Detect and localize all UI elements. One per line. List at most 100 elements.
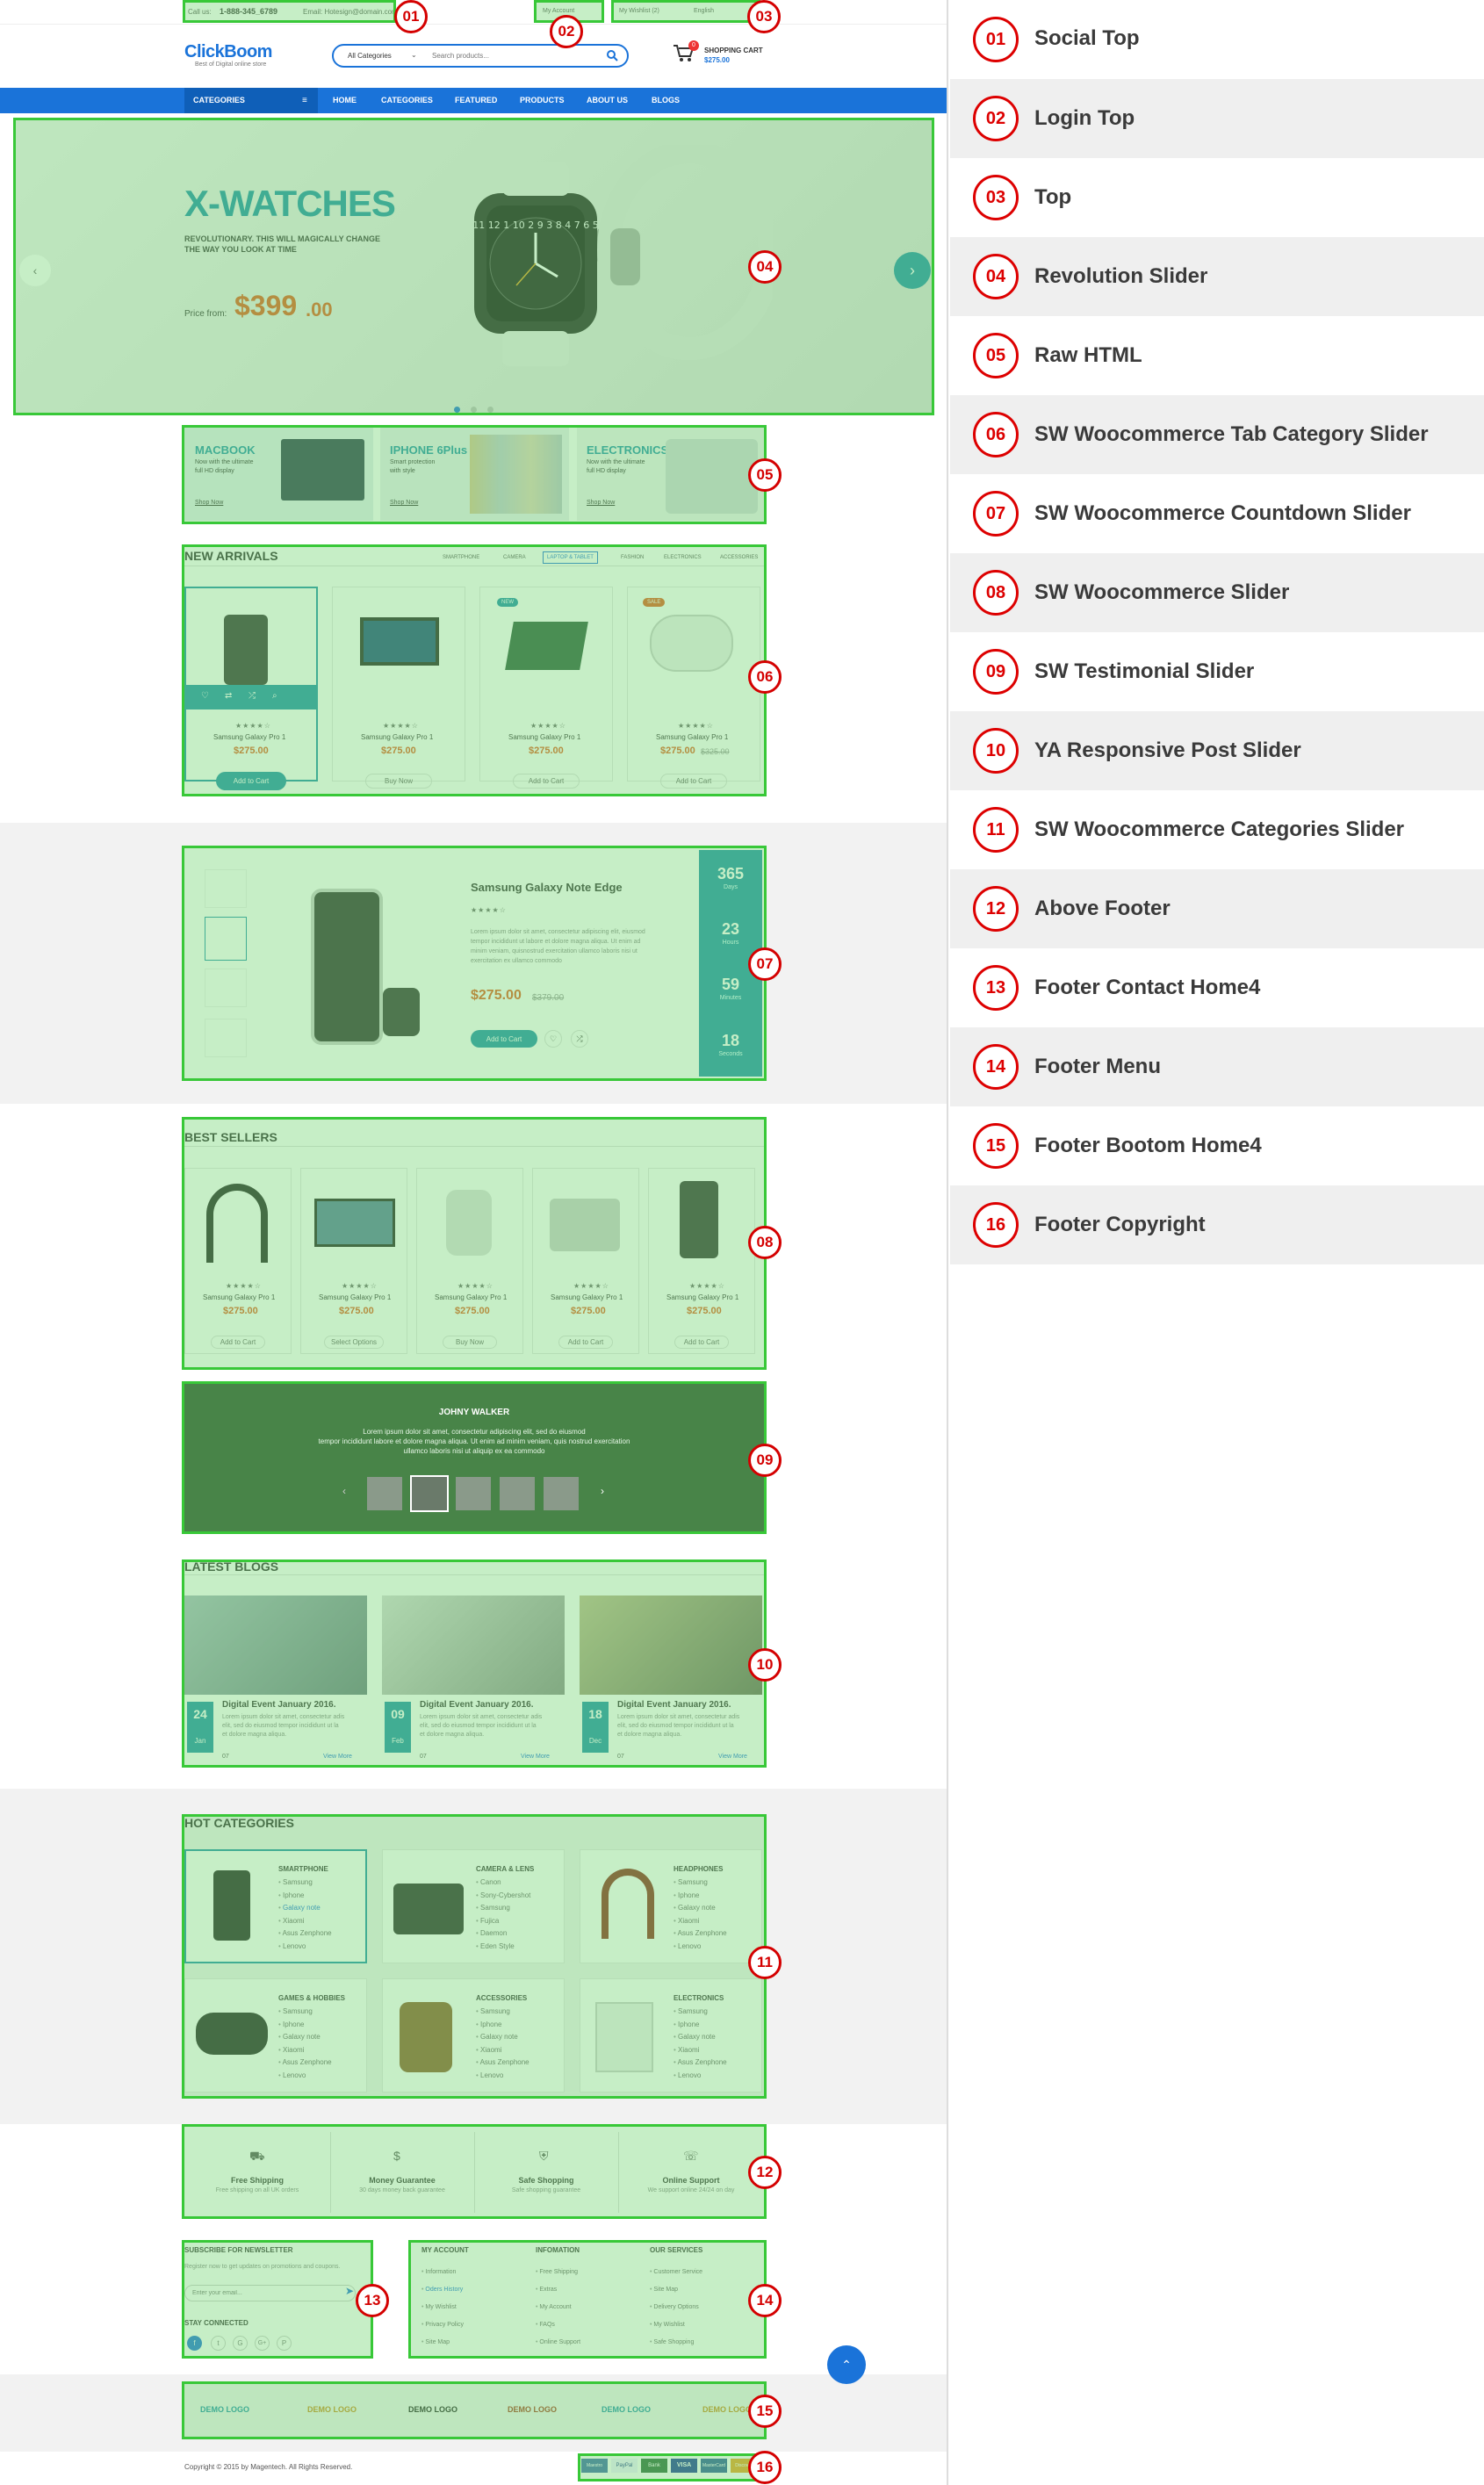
cart-total: $275.00 <box>704 56 730 64</box>
overlay-woocommerce-slider <box>182 1117 767 1370</box>
testimonial-prev-icon[interactable]: ‹ <box>342 1485 346 1497</box>
legend-number: 10 <box>973 728 1019 774</box>
nav-blogs[interactable]: BLOGS <box>652 96 680 104</box>
marker-11: 11 <box>748 1946 782 1979</box>
testimonial-name: JOHNY WALKER <box>438 1408 510 1417</box>
legend-row <box>950 869 1484 948</box>
marker-12: 12 <box>748 2156 782 2189</box>
overlay-footer-contact <box>182 2240 373 2359</box>
legend-number: 14 <box>973 1044 1019 1090</box>
marker-13: 13 <box>356 2284 389 2317</box>
overlay-testimonial-slider <box>182 1381 767 1534</box>
logo[interactable]: ClickBoom <box>184 42 272 62</box>
avatar[interactable] <box>500 1477 535 1510</box>
testimonial-text-1: Lorem ipsum dolor sit amet, consectetur … <box>363 1428 586 1436</box>
legend-row <box>950 158 1484 237</box>
legend-number: 01 <box>973 17 1019 62</box>
marker-16: 16 <box>748 2451 782 2484</box>
legend-label: Raw HTML <box>1034 343 1142 367</box>
copyright-text: Copyright © 2015 by Magentech. All Right… <box>184 2463 353 2471</box>
nav-products[interactable]: PRODUCTS <box>520 96 565 104</box>
top-bar <box>0 0 947 25</box>
chevron-up-icon: ⌃ <box>841 2357 852 2372</box>
overlay-post-slider <box>182 1559 767 1768</box>
overlay-top <box>611 0 760 23</box>
avatar[interactable] <box>544 1477 579 1510</box>
legend-row <box>950 79 1484 158</box>
marker-01: 01 <box>394 0 428 33</box>
legend-number: 02 <box>973 96 1019 141</box>
overlay-raw-html <box>182 425 767 524</box>
nav-about-us[interactable]: ABOUT US <box>587 96 628 104</box>
legend-label: SW Testimonial Slider <box>1034 659 1255 683</box>
legend-number: 09 <box>973 649 1019 695</box>
legend-label: Login Top <box>1034 106 1135 130</box>
marker-15: 15 <box>748 2395 782 2428</box>
site-preview: Call us: 1-888-345_6789 Email: Hotesign@… <box>0 0 948 2485</box>
legend-number: 11 <box>973 807 1019 853</box>
cart-title: SHOPPING CART <box>704 47 763 54</box>
legend-label: Footer Copyright <box>1034 1213 1206 1236</box>
marker-04: 04 <box>748 250 782 284</box>
category-select[interactable]: All Categories <box>348 52 392 60</box>
legend-row <box>950 316 1484 395</box>
marker-02: 02 <box>550 15 583 48</box>
legend-label: Footer Menu <box>1034 1055 1161 1078</box>
testimonial-text-3: ullamco laboris nisi ut aliquip ex ea co… <box>403 1447 545 1455</box>
legend-number: 16 <box>973 1202 1019 1248</box>
overlay-footer-copyright <box>578 2453 760 2481</box>
marker-09: 09 <box>748 1444 782 1477</box>
legend-label: SW Woocommerce Categories Slider <box>1034 818 1405 841</box>
nav-categories[interactable]: CATEGORIES <box>381 96 433 104</box>
legend-number: 03 <box>973 175 1019 220</box>
nav-featured[interactable]: FEATURED <box>455 96 497 104</box>
nav-home[interactable]: HOME <box>333 96 357 104</box>
menu-icon: ≡ <box>302 96 307 105</box>
overlay-tab-category-slider <box>182 544 767 796</box>
overlay-revolution-slider <box>13 118 934 415</box>
overlay-footer-menu <box>408 2240 767 2359</box>
scroll-to-top-button[interactable]: ⌃ <box>827 2345 866 2384</box>
legend-number: 12 <box>973 886 1019 932</box>
marker-05: 05 <box>748 458 782 492</box>
legend-label: Social Top <box>1034 26 1140 50</box>
logo-text: ClickBoom <box>184 42 272 61</box>
marker-10: 10 <box>748 1648 782 1682</box>
legend-row <box>950 237 1484 316</box>
categories-menu-label: CATEGORIES <box>193 96 245 104</box>
overlay-above-footer <box>182 2124 767 2219</box>
legend-label: Footer Bootom Home4 <box>1034 1134 1262 1157</box>
testimonial-text-2: tempor incididunt labore et dolore magna… <box>318 1437 630 1445</box>
overlay-categories-slider <box>182 1814 767 2099</box>
legend-number: 15 <box>973 1123 1019 1169</box>
legend-number: 08 <box>973 570 1019 616</box>
legend-number: 07 <box>973 491 1019 537</box>
legend-label: SW Woocommerce Countdown Slider <box>1034 501 1411 525</box>
cart-count-badge: 0 <box>688 40 699 51</box>
marker-03: 03 <box>747 0 781 33</box>
avatar[interactable] <box>367 1477 402 1510</box>
legend-row <box>950 1027 1484 1106</box>
legend-label: SW Woocommerce Slider <box>1034 580 1290 604</box>
legend-label: SW Woocommerce Tab Category Slider <box>1034 422 1429 446</box>
testimonial-next-icon[interactable]: › <box>601 1485 604 1497</box>
marker-07: 07 <box>748 947 782 981</box>
overlay-countdown-slider <box>182 846 767 1081</box>
avatar[interactable] <box>410 1475 449 1512</box>
avatar[interactable] <box>456 1477 491 1510</box>
overlay-social-top <box>183 0 396 23</box>
chevron-down-icon: ⌄ <box>411 51 417 59</box>
legend-number: 05 <box>973 333 1019 378</box>
legend-label: Above Footer <box>1034 897 1171 920</box>
search-input[interactable] <box>432 48 590 63</box>
marker-08: 08 <box>748 1226 782 1259</box>
search-icon[interactable] <box>606 49 618 61</box>
overlay-footer-bottom <box>182 2381 767 2439</box>
legend-row <box>950 0 1484 79</box>
legend-label: Revolution Slider <box>1034 264 1208 288</box>
marker-14: 14 <box>748 2284 782 2317</box>
legend-number: 04 <box>973 254 1019 299</box>
legend-row <box>950 1185 1484 1264</box>
marker-06: 06 <box>748 660 782 694</box>
legend-label: Footer Contact Home4 <box>1034 976 1261 999</box>
